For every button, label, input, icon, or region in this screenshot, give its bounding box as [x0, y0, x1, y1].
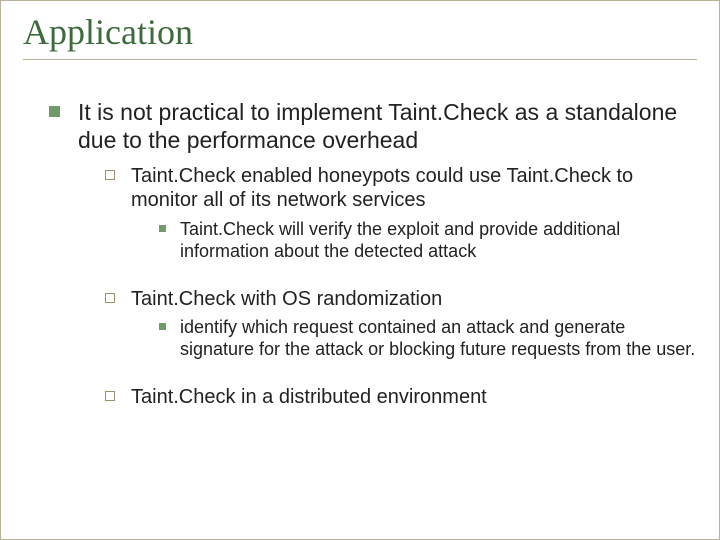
slide: Application It is not practical to imple… [0, 0, 720, 540]
bullet-level3: identify which request contained an atta… [159, 317, 697, 361]
bullet-text: Taint.Check in a distributed environment [131, 385, 697, 409]
bullet-text: It is not practical to implement Taint.C… [78, 98, 697, 154]
hollow-square-icon [105, 170, 115, 180]
small-square-icon [159, 323, 166, 330]
bullet-level1: It is not practical to implement Taint.C… [49, 98, 697, 154]
hollow-square-icon [105, 391, 115, 401]
bullet-level2: Taint.Check with OS randomization [105, 287, 697, 311]
hollow-square-icon [105, 293, 115, 303]
bullet-text: Taint.Check with OS randomization [131, 287, 697, 311]
bullet-level3: Taint.Check will verify the exploit and … [159, 219, 697, 263]
bullet-text: identify which request contained an atta… [180, 317, 697, 361]
slide-title: Application [23, 11, 697, 53]
square-bullet-icon [49, 106, 60, 117]
small-square-icon [159, 225, 166, 232]
bullet-level2: Taint.Check enabled honeypots could use … [105, 164, 697, 213]
bullet-text: Taint.Check enabled honeypots could use … [131, 164, 697, 213]
bullet-text: Taint.Check will verify the exploit and … [180, 219, 697, 263]
bullet-level2: Taint.Check in a distributed environment [105, 385, 697, 409]
title-rule [23, 59, 697, 60]
